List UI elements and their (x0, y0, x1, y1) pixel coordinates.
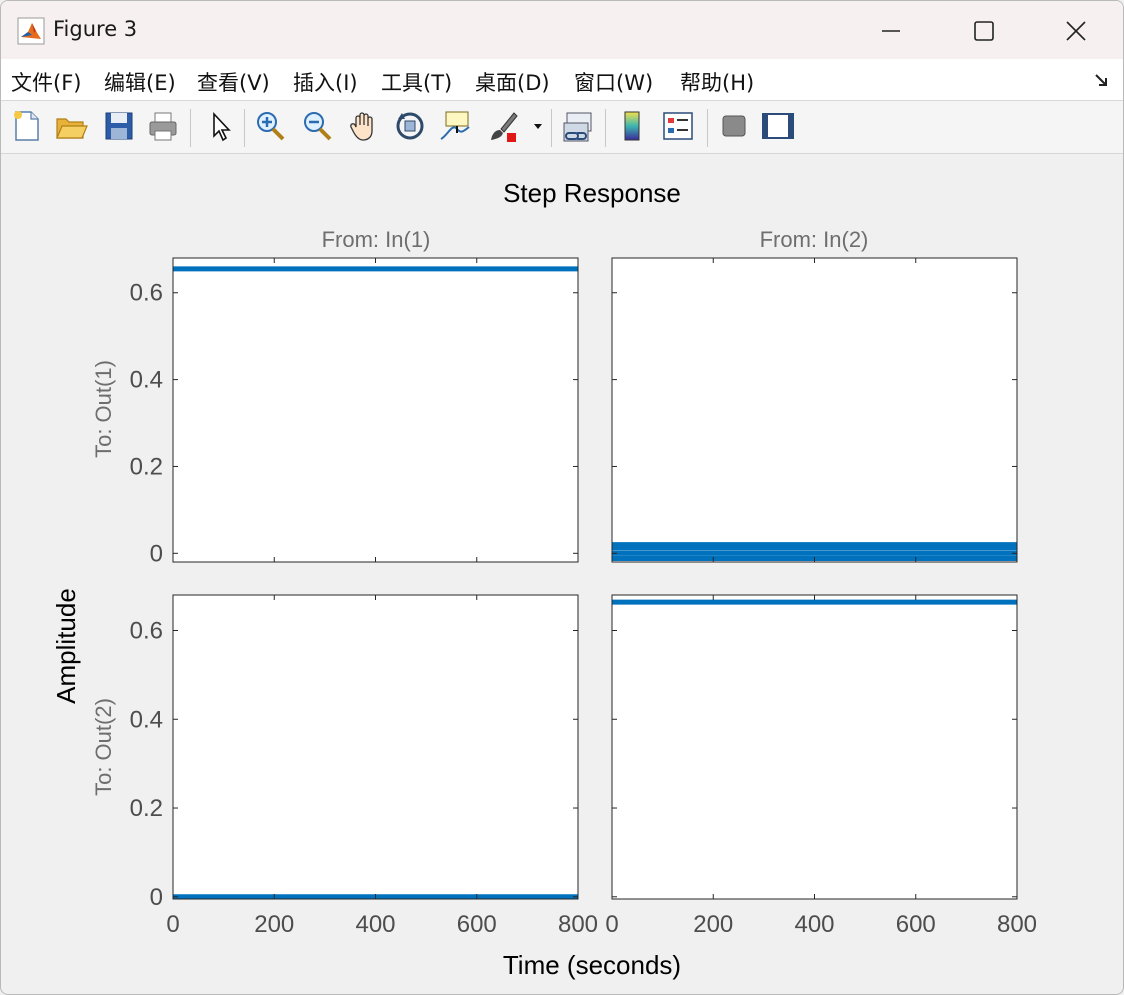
insert-legend-button[interactable] (661, 109, 695, 143)
chart-title: Step Response (503, 178, 681, 208)
x-tick-label: 400 (794, 911, 834, 938)
menu-edit[interactable]: 编辑(E) (104, 67, 176, 97)
menu-view[interactable]: 查看(V) (197, 67, 270, 97)
subplot-r1c2-background (612, 258, 1017, 562)
row-label-out1: To: Out(1) (91, 360, 116, 458)
toolbar-separator (190, 109, 191, 147)
close-button[interactable] (1053, 11, 1099, 51)
y-axis-label: Amplitude (51, 588, 81, 704)
pan-hand-icon (350, 112, 373, 141)
x-tick-label: 600 (457, 911, 497, 938)
menu-tools[interactable]: 工具(T) (381, 67, 452, 97)
toolbar-separator (605, 109, 606, 147)
show-plot-tools-button[interactable] (761, 109, 795, 143)
link-plot-button[interactable] (561, 109, 595, 143)
new-figure-icon (14, 111, 39, 141)
pointer-icon (213, 111, 231, 142)
menu-bar: 文件(F) 编辑(E) 查看(V) 插入(I) 工具(T) 桌面(D) 窗口(W… (1, 59, 1123, 101)
figure-toolbar (1, 101, 1123, 154)
toolbar-separator (244, 109, 245, 147)
toolbar-separator (551, 109, 552, 147)
menu-desktop[interactable]: 桌面(D) (475, 67, 550, 97)
y-tick-label: 0 (150, 884, 163, 911)
x-tick-label: 600 (896, 911, 936, 938)
save-button[interactable] (102, 109, 136, 143)
rotate-3d-icon (396, 112, 424, 140)
legend-icon (663, 112, 693, 140)
y-tick-label: 0.6 (130, 280, 163, 307)
menu-help[interactable]: 帮助(H) (680, 67, 754, 97)
menu-insert[interactable]: 插入(I) (293, 67, 358, 97)
y-tick-label: 0.2 (130, 453, 163, 480)
pan-button[interactable] (347, 109, 381, 143)
rotate-3d-button[interactable] (393, 109, 427, 143)
open-file-button[interactable] (54, 109, 88, 143)
save-icon (105, 112, 133, 140)
colorbar-icon (624, 111, 640, 141)
brush-dropdown-button[interactable] (529, 109, 547, 143)
data-cursor-button[interactable] (438, 109, 472, 143)
subplot-r1c1[interactable]: 0 0.2 0.4 0.6 (130, 257, 579, 567)
subplot-grid: 0 0.2 0.4 0.6 0 200 400 600 800 0 0.2 0.4 0.6 0 200 400… (130, 257, 1037, 938)
minimize-icon (882, 30, 900, 32)
menu-file[interactable]: 文件(F) (11, 67, 81, 97)
brush-icon (491, 112, 518, 142)
x-tick-label: 0 (166, 911, 179, 938)
row-label-out2: To: Out(2) (91, 698, 116, 796)
edit-pointer-button[interactable] (204, 109, 238, 143)
minimize-button[interactable] (868, 11, 914, 51)
y-tick-label: 0.2 (130, 795, 163, 822)
y-tick-label: 0.4 (130, 367, 163, 394)
x-tick-label: 400 (355, 911, 395, 938)
y-tick-label: 0.6 (130, 618, 163, 645)
x-tick-label: 200 (693, 911, 733, 938)
subplot-r2c1-background (173, 595, 578, 899)
column-title-in2: From: In(2) (760, 227, 869, 252)
x-tick-label: 800 (558, 911, 598, 938)
subplot-r2c2-background (612, 595, 1017, 899)
toolbar-separator (707, 109, 708, 147)
print-icon (149, 112, 177, 141)
step-response-chart[interactable]: Step Response Time (seconds) Amplitude F… (1, 154, 1123, 994)
y-tick-label: 0 (150, 540, 163, 567)
maximize-button[interactable] (961, 11, 1007, 51)
column-title-in1: From: In(1) (322, 227, 431, 252)
brush-dropdown-icon (534, 124, 542, 129)
link-plot-icon (563, 112, 592, 142)
print-button[interactable] (146, 109, 180, 143)
hide-plot-tools-icon (722, 115, 746, 137)
zoom-in-icon (257, 112, 285, 141)
menu-window[interactable]: 窗口(W) (574, 67, 653, 97)
zoom-in-button[interactable] (253, 109, 287, 143)
window-title: Figure 3 (53, 17, 138, 41)
matlab-app-icon (17, 17, 45, 45)
subplot-r1c2[interactable] (611, 257, 1018, 563)
show-plot-tools-icon (762, 113, 794, 139)
figure-window: Figure 3 文件(F) 编辑(E) 查看(V) 插入(I) 工具(T) 桌… (0, 0, 1124, 995)
insert-colorbar-button[interactable] (615, 109, 649, 143)
close-icon (1066, 21, 1086, 41)
zoom-out-icon (304, 112, 332, 141)
brush-button[interactable] (487, 109, 521, 143)
x-tick-label: 800 (997, 911, 1037, 938)
maximize-icon (974, 21, 994, 41)
zoom-out-button[interactable] (300, 109, 334, 143)
subplot-r2c1[interactable]: 0 200 400 600 800 0 0.2 0.4 0.6 (130, 594, 598, 938)
hide-plot-tools-button[interactable] (717, 109, 751, 143)
open-file-icon (56, 118, 88, 139)
subplot-r1c1-background (173, 258, 578, 562)
x-tick-label: 0 (605, 911, 618, 938)
y-tick-label: 0.4 (130, 706, 163, 733)
x-axis-label: Time (seconds) (503, 950, 681, 980)
data-cursor-icon (440, 111, 470, 140)
x-tick-label: 200 (254, 911, 294, 938)
new-figure-button[interactable] (10, 109, 44, 143)
plot-area: Step Response Time (seconds) Amplitude F… (1, 154, 1123, 994)
dock-arrow-icon[interactable] (1093, 71, 1111, 89)
title-bar: Figure 3 (1, 1, 1123, 59)
subplot-r2c2[interactable]: 0 200 400 600 800 (605, 594, 1037, 938)
